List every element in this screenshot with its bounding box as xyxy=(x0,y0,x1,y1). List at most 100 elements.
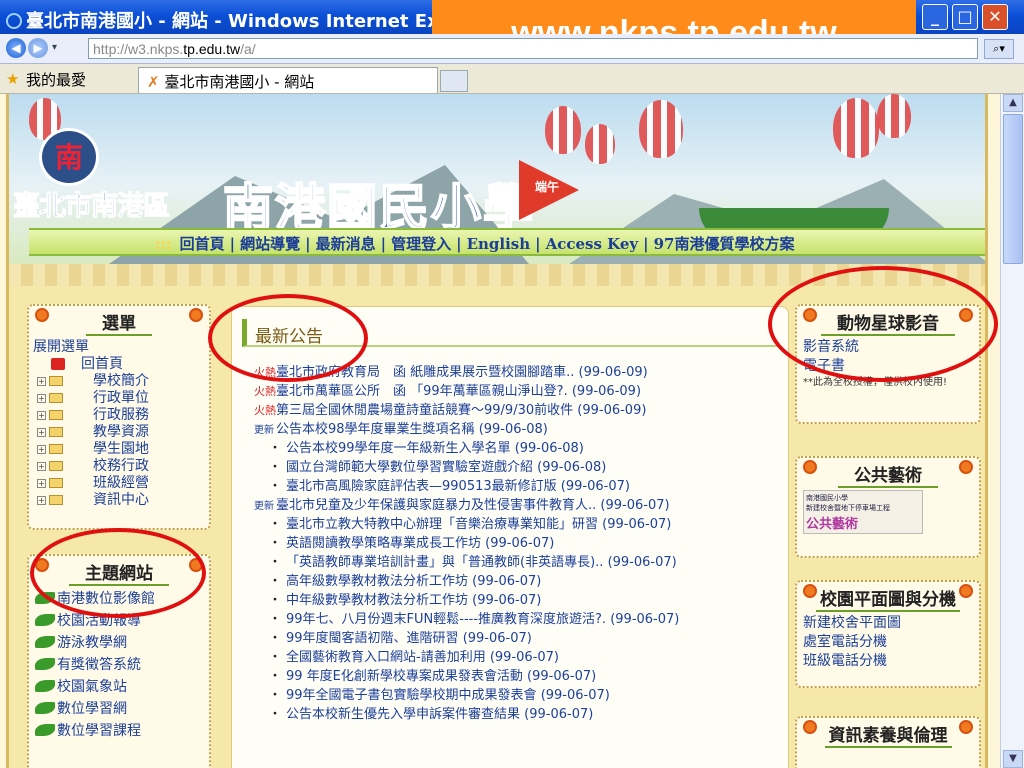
menu-item-home[interactable]: 回首頁 xyxy=(33,353,205,372)
ie-window: 臺北市南港國小 - 網站 - Windows Internet Explorer… xyxy=(0,0,1024,768)
folder-icon xyxy=(49,444,63,454)
close-button[interactable]: ✕ xyxy=(982,4,1008,30)
news-item[interactable]: ・ 99年全國電子書包實驗學校期中成果發表會 (99-06-07) xyxy=(254,684,788,703)
history-dropdown-icon[interactable]: ▾ xyxy=(52,42,57,53)
minimize-button[interactable]: _ xyxy=(922,4,948,30)
nav-quality-plan[interactable]: 97南港優質學校方案 xyxy=(650,235,799,253)
nav-login[interactable]: 管理登入 xyxy=(387,235,455,253)
news-item[interactable]: 更新 公告本校98學年度畢業生獎項名稱 (99-06-08) xyxy=(254,418,788,437)
browser-tab-active[interactable]: ✗ 臺北市南港國小 - 網站 xyxy=(138,67,438,93)
public-art-title: 公共藝術 xyxy=(838,461,938,488)
new-tab-button[interactable] xyxy=(440,70,468,92)
url-prefix: http://w3.nkps. xyxy=(93,41,184,57)
bullet-icon: ・ xyxy=(268,517,282,532)
search-icon[interactable]: ⌕▾ xyxy=(984,39,1014,59)
theme-item[interactable]: 游泳教學網 xyxy=(35,632,203,654)
news-item[interactable]: ・臺北市立教大特教中心辦理「音樂治療專業知能」研習 (99-06-07) xyxy=(254,513,788,532)
news-item[interactable]: ・英語閱讀教學策略專業成長工作坊 (99-06-07) xyxy=(254,532,788,551)
scroll-up-icon[interactable]: ▲ xyxy=(1003,94,1023,112)
class-extension-link[interactable]: 班級電話分機 xyxy=(803,650,973,669)
menu-item-teaching-resources[interactable]: + 教學資源 xyxy=(33,421,205,440)
nav-access-key[interactable]: Access Key xyxy=(542,235,643,253)
menu-item-class-management[interactable]: + 班級經營 xyxy=(33,472,205,491)
floorplan-link[interactable]: 新建校舍平面圖 xyxy=(803,612,973,631)
news-item[interactable]: ・「英語教師專業培訓計畫」與「普通教師(非英語專長).. (99-06-07) xyxy=(254,551,788,570)
menu-title: 選單 xyxy=(86,309,152,336)
nav-news[interactable]: 最新消息 xyxy=(312,235,380,253)
maximize-button[interactable]: □ xyxy=(952,4,978,30)
news-item[interactable]: ・ 99年七、八月份週末FUN輕鬆----推廣教育深度旅遊活?. (99-06-0… xyxy=(254,608,788,627)
floorplan-panel: 校園平面圖與分機 新建校舍平面圖 處室電話分機 班級電話分機 xyxy=(795,580,981,688)
nav-sitemap[interactable]: 網站導覽 xyxy=(236,235,304,253)
favorites-bar: ★ 我的最愛 ✗ 臺北市南港國小 - 網站 xyxy=(0,64,1024,94)
menu-item-students[interactable]: + 學生園地 xyxy=(33,438,205,457)
folder-icon xyxy=(49,495,63,505)
news-item[interactable]: ・中年級數學教材教法分析工作坊 (99-06-07) xyxy=(254,589,788,608)
info-ethics-panel: 資訊素養與倫理 xyxy=(795,716,981,768)
news-item[interactable]: ・全國藝術教育入口網站-請善加利用 (99-06-07) xyxy=(254,646,788,665)
office-extension-link[interactable]: 處室電話分機 xyxy=(803,631,973,650)
theme-item[interactable]: 有獎徵答系統 xyxy=(35,654,203,676)
new-badge-icon: 更新 xyxy=(254,425,274,436)
menu-item-school-admin[interactable]: + 校務行政 xyxy=(33,455,205,474)
favorites-label[interactable]: 我的最愛 xyxy=(26,69,86,90)
scroll-thumb[interactable] xyxy=(1003,114,1023,264)
balloon-icon xyxy=(877,94,911,138)
theme-item[interactable]: 數位學習課程 xyxy=(35,720,203,742)
menu-item-school-intro[interactable]: + 學校簡介 xyxy=(33,370,205,389)
favorites-star-icon[interactable]: ★ xyxy=(6,70,19,88)
theme-item[interactable]: 數位學習網 xyxy=(35,698,203,720)
theme-item-label: 校園氣象站 xyxy=(57,679,127,695)
bullet-icon: ・ xyxy=(268,460,282,475)
news-item-text: 臺北市立教大特教中心辦理「音樂治療專業知能」研習 xyxy=(286,517,599,532)
school-page: 南 臺北市南港區 南港國民小學 端午 ::: 回首頁 | 網站導覽 | 最新消息 | 管理登入… xyxy=(6,94,988,768)
news-item-text: 公告本校新生優先入學申訴案件審查結果 xyxy=(286,707,521,722)
news-item[interactable]: 火熱臺北市萬華區公所 函 「99年萬華區親山淨山登?. (99-06-09) xyxy=(254,380,788,399)
folder-icon xyxy=(49,393,63,403)
bullet-icon: ・ xyxy=(268,593,282,608)
floorplan-links: 新建校舍平面圖 處室電話分機 班級電話分機 xyxy=(797,610,979,671)
vertical-scrollbar[interactable]: ▲ ▼ xyxy=(1000,94,1024,768)
back-button[interactable]: ◀ xyxy=(6,38,26,58)
news-item[interactable]: ・ 99年度閩客語初階、進階研習 (99-06-07) xyxy=(254,627,788,646)
nav-english[interactable]: English xyxy=(463,235,535,253)
news-item[interactable]: ・高年級數學教材教法分析工作坊 (99-06-07) xyxy=(254,570,788,589)
theme-item[interactable]: 校園氣象站 xyxy=(35,676,203,698)
news-item[interactable]: ・公告本校新生優先入學申訴案件審查結果 (99-06-07) xyxy=(254,703,788,722)
news-item-date: (99-06-07) xyxy=(610,612,680,627)
expand-menu-link[interactable]: 展開選單 xyxy=(33,336,205,355)
folder-icon xyxy=(49,427,63,437)
public-art-banner[interactable]: 南港國民小學 新建校舍暨地下停車場工程 公共藝術 xyxy=(803,490,923,534)
news-item[interactable]: ・ 99 年度E化創新學校專案成果發表會活動 (99-06-07) xyxy=(254,665,788,684)
forward-button[interactable]: ▶ xyxy=(28,38,48,58)
news-item-text: 高年級數學教材教法分析工作坊 xyxy=(286,574,469,589)
news-item-text: 99年全國電子書包實驗學校期中成果發表會 xyxy=(286,688,537,703)
news-item-date: (99-06-07) xyxy=(607,555,677,570)
address-input[interactable]: http://w3.nkps.tp.edu.tw/a/ xyxy=(88,38,978,59)
news-item-date: (99-06-08) xyxy=(537,460,607,475)
news-item-text: 臺北市萬華區公所 函 「99年萬華區親山淨山登?. xyxy=(276,384,568,399)
nav-home[interactable]: 回首頁 xyxy=(176,235,229,253)
school-logo[interactable]: 南 xyxy=(39,128,99,186)
floorplan-header: 校園平面圖與分機 xyxy=(797,582,979,612)
news-item-date: (99-06-07) xyxy=(462,631,532,646)
news-item[interactable]: ・國立台灣師範大學數位學習實驗室遊戲介紹 (99-06-08) xyxy=(254,456,788,475)
nav-bullet-icon: ::: xyxy=(155,235,172,253)
hot-badge-icon: 火熱 xyxy=(254,385,276,398)
news-item-text: 英語閱讀教學策略專業成長工作坊 xyxy=(286,536,482,551)
news-item[interactable]: 火熱第三屆全國休閒農場童詩童話競賽～99/9/30前收件 (99-06-09) xyxy=(254,399,788,418)
news-item[interactable]: 更新 臺北市兒童及少年保護與家庭暴力及性侵害事件教育人.. (99-06-07) xyxy=(254,494,788,513)
menu-item-admin-units[interactable]: + 行政單位 xyxy=(33,387,205,406)
news-item[interactable]: ・臺北市高風險家庭評估表—990513最新修訂版 (99-06-07) xyxy=(254,475,788,494)
highlight-circle-theme xyxy=(30,528,206,618)
site-nav-bar: ::: 回首頁 | 網站導覽 | 最新消息 | 管理登入 | English | Access Key… xyxy=(29,228,985,256)
bullet-icon: ・ xyxy=(268,707,282,722)
menu-item-admin-services[interactable]: + 行政服務 xyxy=(33,404,205,423)
news-item-date: (99-06-07) xyxy=(472,574,542,589)
bullet-icon: ・ xyxy=(268,669,282,684)
scroll-down-icon[interactable]: ▼ xyxy=(1003,750,1023,768)
news-item[interactable]: ・公告本校99學年度一年級新生入學名單 (99-06-08) xyxy=(254,437,788,456)
menu-item-info-center[interactable]: + 資訊中心 xyxy=(33,489,205,508)
news-item-date: (99-06-07) xyxy=(602,517,672,532)
highlight-circle-animal xyxy=(768,266,998,382)
